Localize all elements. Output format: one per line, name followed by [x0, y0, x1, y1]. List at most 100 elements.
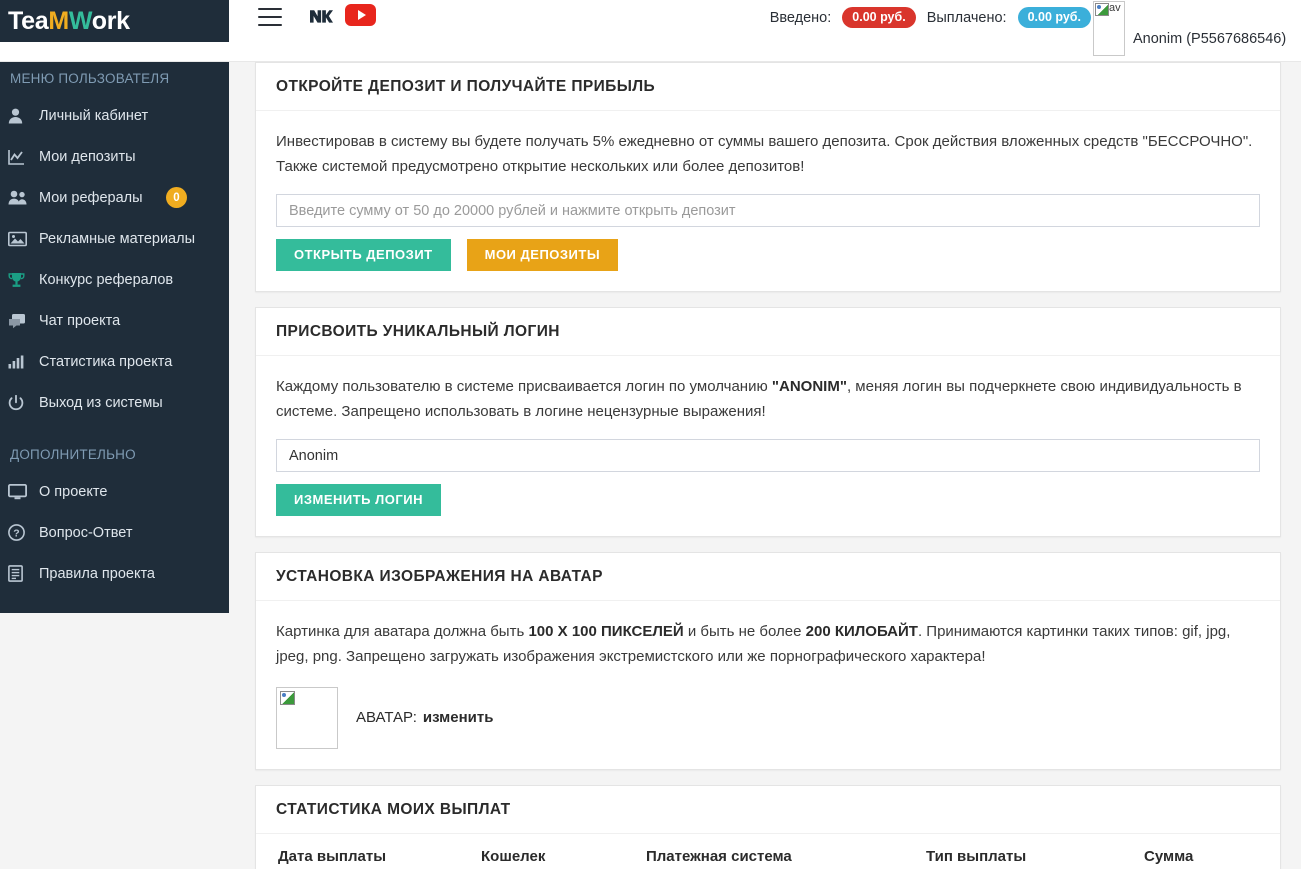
referrals-count-badge: 0: [166, 187, 187, 208]
hamburger-bar-1: [258, 8, 282, 10]
user-icon: [8, 108, 35, 124]
broken-image-glyph: [1095, 3, 1109, 16]
my-deposits-button[interactable]: МОИ ДЕПОЗИТЫ: [466, 239, 619, 271]
avatar-row: АВАТАР: изменить: [276, 687, 1260, 749]
sidebar-item-my-referrals[interactable]: Мои рефералы 0: [0, 177, 229, 218]
column-header-amount: Сумма: [1144, 834, 1280, 869]
youtube-icon[interactable]: [345, 4, 376, 26]
user-area[interactable]: av Anonim (P5567686546): [1091, 0, 1301, 58]
sidebar: МЕНЮ ПОЛЬЗОВАТЕЛЯ Личный кабинет Мои деп…: [0, 62, 229, 613]
payouts-table: Дата выплаты Кошелек Платежная система Т…: [256, 834, 1280, 869]
panel-title-login: ПРИСВОИТЬ УНИКАЛЬНЫЙ ЛОГИН: [276, 323, 560, 340]
trophy-icon: [8, 272, 35, 288]
question-circle-icon: ?: [8, 524, 35, 541]
deposited-label: Введено:: [769, 9, 832, 26]
sidebar-item-label: Правила проекта: [39, 565, 155, 582]
comment-icon: [8, 313, 35, 329]
sidebar-item-project-rules[interactable]: Правила проекта: [0, 553, 229, 594]
sidebar-item-label: Статистика проекта: [39, 353, 173, 370]
deposited-value: 0.00 руб.: [842, 7, 916, 29]
vk-icon[interactable]: [306, 3, 336, 29]
sidebar-item-logout[interactable]: Выход из системы: [0, 382, 229, 423]
panel-body: Каждому пользователю в системе присваива…: [256, 356, 1280, 536]
login-description: Каждому пользователю в системе присваива…: [276, 374, 1260, 424]
vk-glyph: [310, 9, 333, 23]
sidebar-item-my-deposits[interactable]: Мои депозиты: [0, 136, 229, 177]
avatar-label-group: АВАТАР: изменить: [356, 709, 493, 727]
power-off-icon: [8, 394, 35, 411]
users-icon: [8, 190, 35, 205]
table-header-row: Дата выплаты Кошелек Платежная система Т…: [256, 834, 1280, 869]
main-content: ОТКРОЙТЕ ДЕПОЗИТ И ПОЛУЧАЙТЕ ПРИБЫЛЬ Инв…: [240, 62, 1301, 869]
sidebar-item-faq[interactable]: ? Вопрос-Ответ: [0, 512, 229, 553]
deposit-amount-input[interactable]: [276, 194, 1260, 227]
panel-unique-login: ПРИСВОИТЬ УНИКАЛЬНЫЙ ЛОГИН Каждому польз…: [255, 307, 1281, 537]
bar-chart-icon: [8, 355, 35, 369]
panel-title-deposit: ОТКРОЙТЕ ДЕПОЗИТ И ПОЛУЧАЙТЕ ПРИБЫЛЬ: [276, 78, 656, 95]
sidebar-item-referral-contest[interactable]: Конкурс рефералов: [0, 259, 229, 300]
logo-text: TeaMWork: [8, 6, 130, 35]
sidebar-item-label: Вопрос-Ответ: [39, 524, 133, 541]
document-icon: [8, 565, 35, 582]
hamburger-bar-2: [258, 16, 282, 18]
logo-part-ork: ork: [91, 6, 130, 35]
header-avatar-broken-image-icon: av: [1093, 1, 1125, 56]
logo-part-tea: Tea: [8, 6, 49, 35]
sidebar-item-label: Чат проекта: [39, 312, 121, 329]
avatar-text-2: и быть не более: [683, 623, 806, 640]
sidebar-item-label: Мои рефералы: [39, 189, 143, 206]
panel-body: Картинка для аватара должна быть 100 X 1…: [256, 601, 1280, 769]
svg-text:?: ?: [13, 527, 19, 539]
image-icon: [8, 231, 35, 247]
panel-header: ОТКРОЙТЕ ДЕПОЗИТ И ПОЛУЧАЙТЕ ПРИБЫЛЬ: [256, 63, 1280, 111]
chart-line-icon: [8, 149, 35, 165]
panel-title-avatar: УСТАНОВКА ИЗОБРАЖЕНИЯ НА АВАТАР: [276, 568, 603, 585]
sidebar-item-label: Личный кабинет: [39, 107, 149, 124]
app-logo[interactable]: TeaMWork: [0, 0, 229, 42]
hamburger-bar-3: [258, 24, 282, 26]
avatar-broken-image-icon: [276, 687, 338, 749]
login-text-before: Каждому пользователю в системе присваива…: [276, 378, 772, 395]
paid-label: Выплачено:: [926, 9, 1007, 26]
column-header-date: Дата выплаты: [256, 834, 481, 869]
avatar-weight-requirement: 200 КИЛОБАЙТ: [805, 623, 918, 640]
sidebar-item-project-statistics[interactable]: Статистика проекта: [0, 341, 229, 382]
sidebar-item-project-chat[interactable]: Чат проекта: [0, 300, 229, 341]
deposit-description: Инвестировав в систему вы будете получат…: [276, 133, 1253, 175]
payouts-table-wrap: Дата выплаты Кошелек Платежная система Т…: [256, 834, 1280, 869]
sidebar-item-label: Конкурс рефералов: [39, 271, 174, 288]
login-default-name: "ANONIM": [771, 378, 847, 395]
sidebar-item-label: Мои депозиты: [39, 148, 136, 165]
sidebar-item-label: О проекте: [39, 483, 108, 500]
login-input[interactable]: [276, 439, 1260, 472]
avatar-text-1: Картинка для аватара должна быть: [276, 623, 529, 640]
panel-body: Инвестировав в систему вы будете получат…: [256, 111, 1280, 291]
paid-value: 0.00 руб.: [1017, 7, 1091, 29]
sidebar-item-promo-materials[interactable]: Рекламные материалы: [0, 218, 229, 259]
panel-payout-statistics: СТАТИСТИКА МОИХ ВЫПЛАТ Дата выплаты Коше…: [255, 785, 1281, 869]
panel-header: СТАТИСТИКА МОИХ ВЫПЛАТ: [256, 786, 1280, 834]
youtube-play-glyph: [357, 10, 366, 20]
avatar-description: Картинка для аватара должна быть 100 X 1…: [276, 619, 1260, 669]
menu-toggle-icon[interactable]: [258, 6, 282, 26]
sidebar-item-personal-cabinet[interactable]: Личный кабинет: [0, 95, 229, 136]
login-button-row: ИЗМЕНИТЬ ЛОГИН: [276, 484, 1260, 516]
column-header-payout-type: Тип выплаты: [926, 834, 1144, 869]
avatar-change-link[interactable]: изменить: [423, 709, 494, 726]
column-header-wallet: Кошелек: [481, 834, 646, 869]
panel-open-deposit: ОТКРОЙТЕ ДЕПОЗИТ И ПОЛУЧАЙТЕ ПРИБЫЛЬ Инв…: [255, 62, 1281, 292]
change-login-button[interactable]: ИЗМЕНИТЬ ЛОГИН: [276, 484, 441, 516]
panel-header: УСТАНОВКА ИЗОБРАЖЕНИЯ НА АВАТАР: [256, 553, 1280, 601]
logo-part-w: W: [68, 6, 92, 35]
panel-avatar-upload: УСТАНОВКА ИЗОБРАЖЕНИЯ НА АВАТАР Картинка…: [255, 552, 1281, 770]
avatar-size-requirement: 100 X 100 ПИКСЕЛЕЙ: [528, 623, 684, 640]
sidebar-item-about-project[interactable]: О проекте: [0, 471, 229, 512]
sidebar-heading-main: МЕНЮ ПОЛЬЗОВАТЕЛЯ: [10, 71, 170, 86]
sidebar-item-label: Рекламные материалы: [39, 230, 195, 247]
panel-title-payouts: СТАТИСТИКА МОИХ ВЫПЛАТ: [276, 801, 511, 818]
sidebar-heading-extra: ДОПОЛНИТЕЛЬНО: [10, 447, 136, 462]
open-deposit-button[interactable]: ОТКРЫТЬ ДЕПОЗИТ: [276, 239, 451, 271]
top-bar: TeaMWork Введено: 0.00 руб. Выплачено: 0…: [0, 0, 1301, 62]
header-avatar-alt-text: av: [1109, 2, 1121, 14]
payouts-table-head: Дата выплаты Кошелек Платежная система Т…: [256, 834, 1280, 869]
